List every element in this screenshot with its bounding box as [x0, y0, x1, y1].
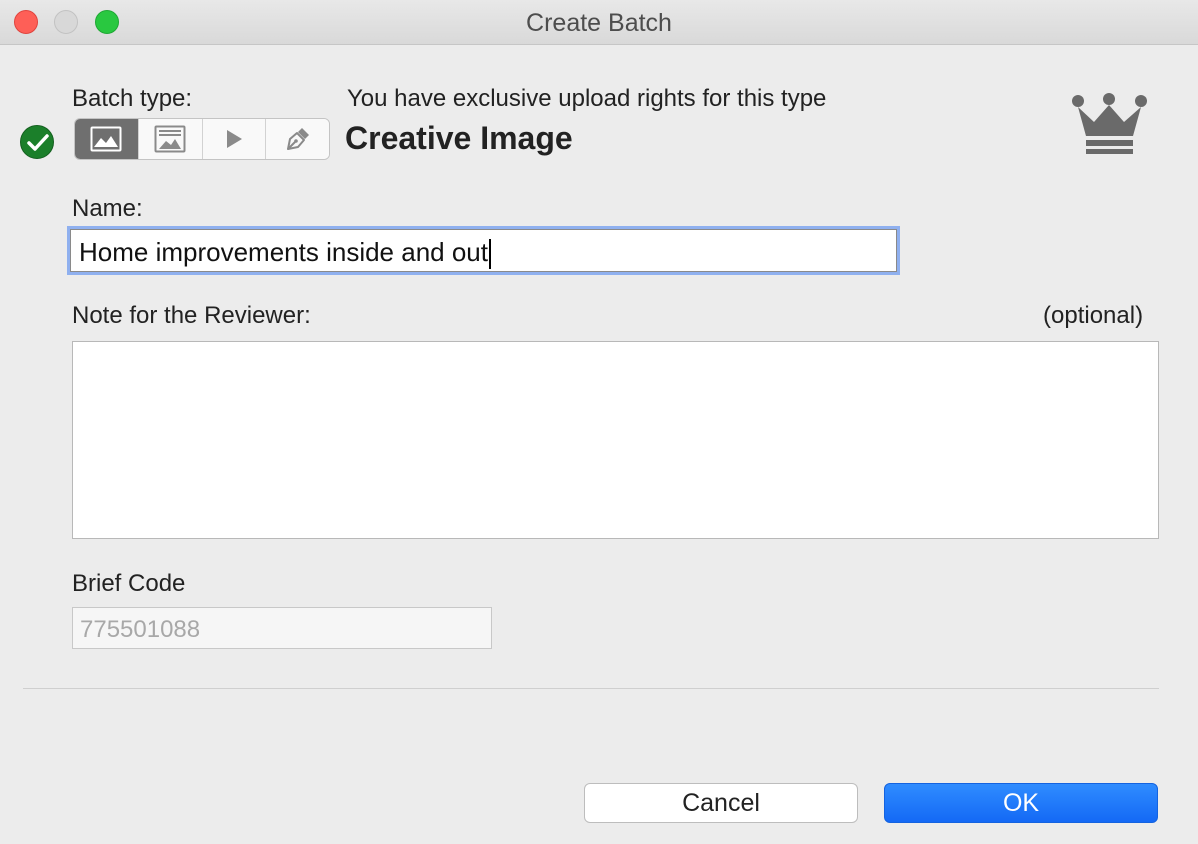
batch-type-editorial-image-button[interactable]	[138, 119, 203, 159]
editorial-image-icon	[154, 125, 186, 153]
window-title: Create Batch	[526, 9, 672, 37]
name-label: Name:	[72, 195, 143, 222]
batch-type-selector	[74, 118, 330, 160]
create-batch-window: Create Batch Batch type: You have exclus…	[0, 0, 1198, 844]
brief-code-placeholder: 775501088	[80, 616, 201, 643]
name-input-value: Home improvements inside and out	[79, 237, 488, 267]
note-label: Note for the Reviewer:	[72, 302, 311, 329]
cancel-button[interactable]: Cancel	[584, 783, 858, 823]
ok-button[interactable]: OK	[884, 783, 1158, 823]
batch-type-label: Batch type:	[72, 85, 193, 112]
image-icon	[90, 126, 122, 152]
brief-code-input[interactable]: 775501088	[72, 607, 492, 649]
batch-type-creative-image-button[interactable]	[75, 119, 139, 159]
reviewer-note-textarea[interactable]	[72, 341, 1159, 539]
play-video-icon	[226, 130, 242, 148]
text-caret	[488, 239, 491, 270]
name-input[interactable]: Home improvements inside and out	[70, 229, 897, 272]
optional-label: (optional)	[1043, 302, 1144, 329]
exclusive-rights-message: You have exclusive upload rights for thi…	[347, 85, 827, 112]
title-bar: Create Batch	[0, 0, 1198, 45]
batch-type-video-button[interactable]	[202, 119, 267, 159]
crown-icon	[1070, 92, 1150, 161]
divider	[23, 688, 1159, 689]
selected-batch-type-name: Creative Image	[345, 120, 573, 156]
pen-illustration-icon	[286, 128, 309, 150]
checkmark-icon	[20, 125, 54, 159]
batch-type-illustration-button[interactable]	[266, 119, 329, 159]
brief-code-label: Brief Code	[72, 570, 186, 597]
